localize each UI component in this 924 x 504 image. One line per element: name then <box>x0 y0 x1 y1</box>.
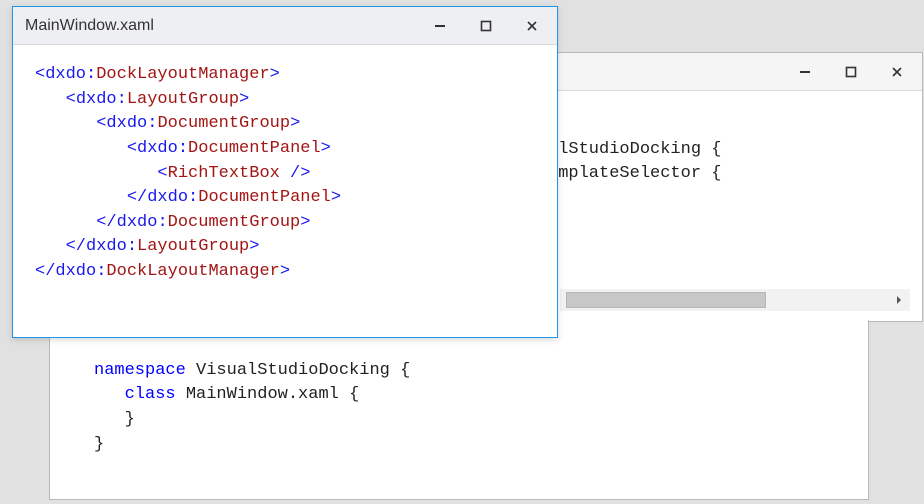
brace: { <box>349 385 359 404</box>
window-buttons <box>417 9 555 43</box>
window-title: MainWindow.xaml <box>25 17 417 35</box>
window-secondary-top: alStudioDocking { emplateSelector { <box>547 52 923 322</box>
scroll-right-button[interactable] <box>888 289 910 311</box>
window-buttons <box>782 55 920 89</box>
maximize-icon <box>845 66 857 78</box>
close-button[interactable] <box>874 55 920 89</box>
minimize-button[interactable] <box>417 9 463 43</box>
maximize-button[interactable] <box>828 55 874 89</box>
code-area[interactable]: namespace VisualStudioDocking { class Ma… <box>50 320 868 504</box>
titlebar[interactable]: MainWindow.xaml <box>13 7 557 45</box>
class-name: MainWindow.xaml <box>186 385 339 404</box>
minimize-button[interactable] <box>782 55 828 89</box>
scrollbar-thumb[interactable] <box>566 292 766 308</box>
brace: } <box>94 435 104 454</box>
code-area[interactable]: alStudioDocking { emplateSelector { <box>548 91 922 234</box>
close-button[interactable] <box>509 9 555 43</box>
close-icon <box>891 66 903 78</box>
maximize-button[interactable] <box>463 9 509 43</box>
titlebar[interactable] <box>548 53 922 91</box>
close-icon <box>526 20 538 32</box>
code-area[interactable]: <dxdo:DockLayoutManager> <dxdo:LayoutGro… <box>13 45 557 307</box>
namespace-name: VisualStudioDocking <box>196 361 390 380</box>
horizontal-scrollbar[interactable] <box>560 289 910 311</box>
minimize-icon <box>434 20 446 32</box>
arrow-right-icon <box>894 295 904 305</box>
brace: } <box>125 410 135 429</box>
kw-namespace: namespace <box>94 361 186 380</box>
code-fragment: emplateSelector { <box>548 164 721 183</box>
maximize-icon <box>480 20 492 32</box>
window-secondary-bottom: namespace VisualStudioDocking { class Ma… <box>49 320 869 500</box>
kw-class: class <box>125 385 176 404</box>
code-fragment: alStudioDocking { <box>548 140 721 159</box>
window-main: MainWindow.xaml <dxdo:DockLayoutManager>… <box>12 6 558 338</box>
minimize-icon <box>799 66 811 78</box>
brace: { <box>400 361 410 380</box>
